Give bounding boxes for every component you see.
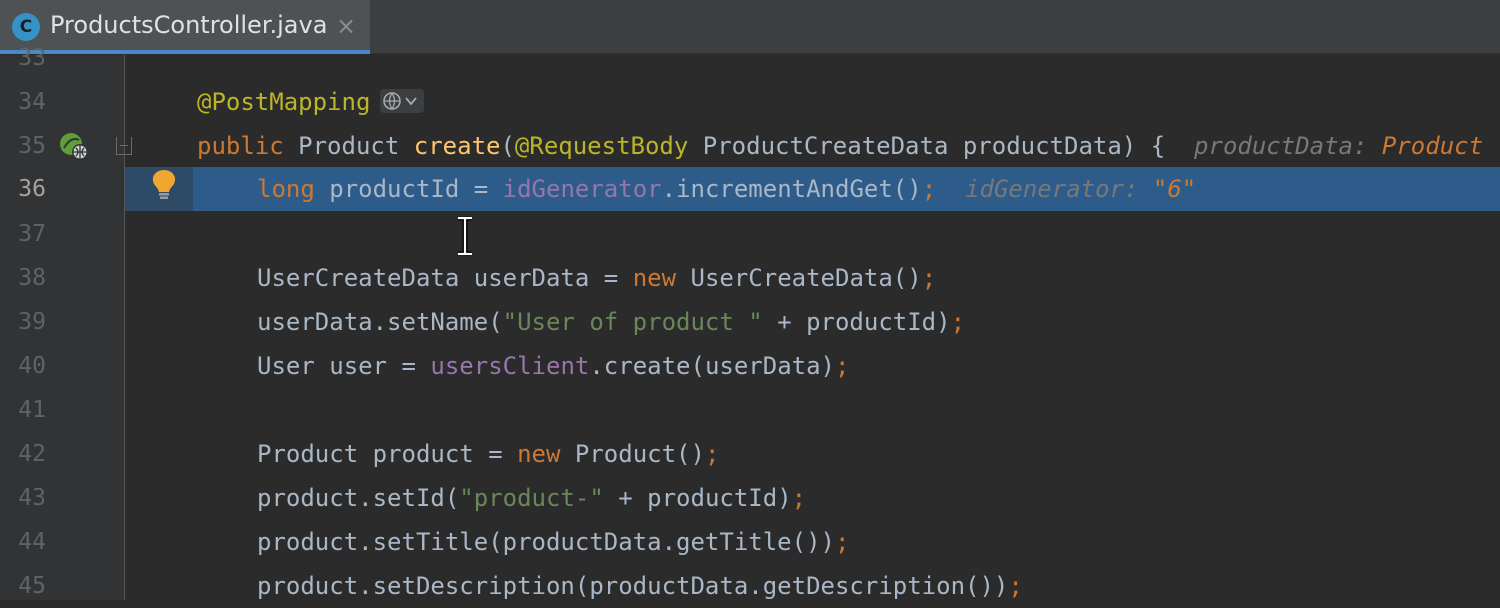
line-number: 34: [18, 89, 46, 115]
line-number: 43: [18, 485, 46, 511]
tab-title: ProductsController.java: [50, 11, 328, 39]
expression: + productId): [777, 308, 951, 336]
code-line-42: Product product = new Product();: [257, 432, 719, 476]
semicolon: ;: [704, 440, 720, 468]
constructor-call: Product(): [574, 440, 705, 468]
keyword-public: public: [197, 132, 284, 160]
code-line-45: product.setDescription(productData.getDe…: [257, 564, 1023, 608]
keyword-long: long: [257, 175, 315, 203]
intention-bulb-icon[interactable]: [150, 168, 178, 200]
semicolon: ;: [921, 175, 937, 203]
code-line-40: User user = usersClient.create(userData)…: [257, 344, 849, 388]
annotation-post-mapping: @PostMapping: [197, 88, 371, 116]
endpoint-globe-icon[interactable]: [380, 89, 424, 113]
semicolon: ;: [835, 352, 850, 380]
string-literal: "User of product ": [502, 308, 763, 336]
semicolon: ;: [791, 484, 807, 512]
code-line-44: product.setTitle(productData.getTitle())…: [257, 520, 849, 564]
semicolon: ;: [950, 308, 966, 336]
method-call: product.setDescription(productData.getDe…: [257, 572, 1009, 600]
constructor-call: UserCreateData(): [690, 264, 922, 292]
text-cursor-icon: [458, 216, 472, 256]
code-line-35: public Product create(@RequestBody Produ…: [197, 124, 1483, 168]
code-line-38: UserCreateData userData = new UserCreate…: [257, 256, 936, 300]
line-number: 33: [18, 45, 46, 71]
line-number: 45: [18, 573, 46, 599]
spring-bean-web-icon[interactable]: [58, 130, 90, 162]
method-call: userData.setName(: [257, 308, 503, 336]
line-number: 41: [18, 397, 46, 423]
method-call: product.setTitle(productData.getTitle()): [257, 528, 835, 556]
line-number: 39: [18, 309, 46, 335]
return-type: Product: [298, 132, 400, 160]
variable-declaration: UserCreateData userData =: [257, 264, 619, 292]
method-call: product.setId(: [257, 484, 460, 512]
code-line-43: product.setId("product-" + productId);: [257, 476, 806, 520]
inline-hint-label: idGenerator:: [965, 175, 1139, 203]
code-line-34: @PostMapping: [197, 80, 370, 124]
keyword-new: new: [632, 264, 677, 292]
line-number: 44: [18, 529, 46, 555]
semicolon: ;: [921, 264, 937, 292]
semicolon: ;: [1008, 572, 1023, 600]
inline-hint-value: "6": [1152, 175, 1197, 203]
line-number: 42: [18, 441, 46, 467]
line-number: 40: [18, 353, 46, 379]
method-call: .incrementAndGet(): [661, 175, 922, 203]
inline-hint-label: productData:: [1194, 132, 1368, 160]
editor-tab-bar: C ProductsController.java ×: [0, 0, 1500, 54]
method-name-create: create: [413, 132, 501, 160]
inline-hint-value: Product: [1381, 132, 1484, 160]
tab-products-controller[interactable]: C ProductsController.java ×: [0, 0, 370, 54]
variable-declaration: productId =: [329, 175, 489, 203]
close-icon[interactable]: ×: [336, 12, 356, 40]
code-line-36: long productId = idGenerator.incrementAn…: [257, 167, 1196, 211]
param-declaration: ProductCreateData productData) {: [702, 132, 1166, 160]
line-number: 36: [18, 176, 46, 202]
line-number: 37: [18, 221, 46, 247]
annotation-request-body: @RequestBody: [514, 132, 689, 160]
variable-declaration: Product product =: [257, 440, 503, 468]
string-literal: "product-": [459, 484, 604, 512]
method-call: .create(userData): [589, 352, 835, 380]
line-number: 35: [18, 133, 46, 159]
paren-open: (: [500, 132, 515, 160]
fold-marker-icon[interactable]: [116, 137, 132, 155]
field-id-generator: idGenerator: [502, 175, 662, 203]
keyword-new: new: [517, 440, 561, 468]
semicolon: ;: [834, 528, 850, 556]
line-number: 38: [18, 265, 46, 291]
code-line-39: userData.setName("User of product " + pr…: [257, 300, 965, 344]
expression: + productId): [618, 484, 792, 512]
field-users-client: usersClient: [430, 352, 590, 380]
variable-declaration: User user =: [257, 352, 416, 380]
